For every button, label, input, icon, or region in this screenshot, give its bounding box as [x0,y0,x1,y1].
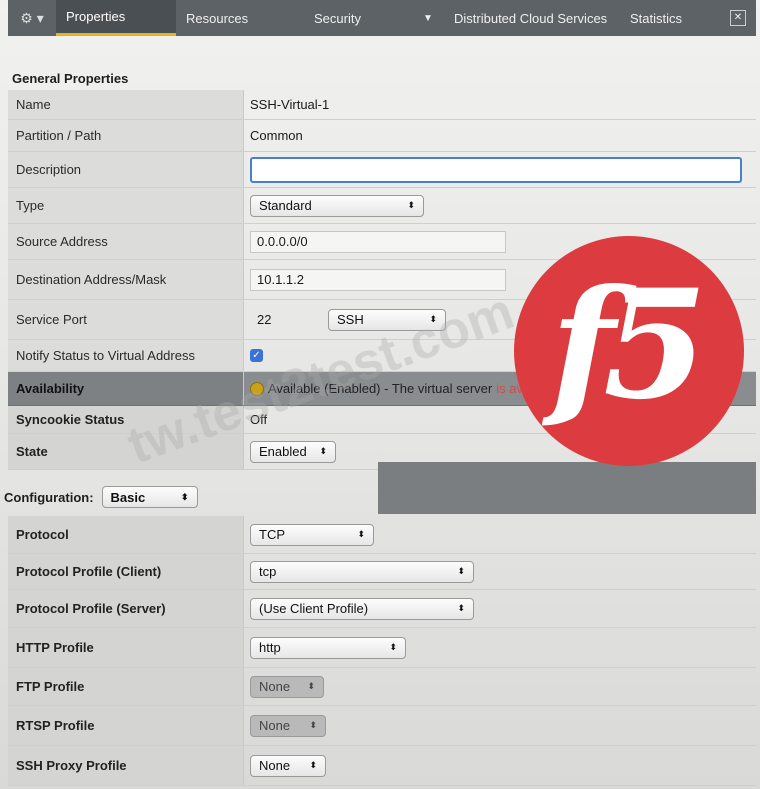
ssh-profile-value: None [259,758,291,773]
http-profile-select[interactable]: http ⬍ [250,636,406,659]
ftp-profile-select[interactable]: None ⬍ [250,675,324,698]
rtsp-profile-select[interactable]: None ⬍ [250,714,326,737]
select-arrows-icon: ⬍ [457,603,465,613]
select-arrows-icon: ⬍ [357,529,365,539]
configuration-label: Configuration: [4,489,94,505]
destination-input[interactable]: 10.1.1.2 [250,268,506,291]
client-profile-select[interactable]: tcp ⬍ [250,560,474,583]
state-select[interactable]: Enabled ⬍ [250,440,336,463]
f5-logo-text: f5 [550,257,708,433]
general-properties-heading: General Properties [12,71,129,86]
select-arrows-icon: ⬍ [319,446,327,456]
ftp-profile-label: FTP Profile [8,668,244,705]
type-row: Type Standard ⬍ [8,188,756,224]
server-profile-row: Protocol Profile (Server) (Use Client Pr… [8,590,756,628]
f5-logo: f5 [514,236,744,466]
notify-checkbox[interactable]: ✓ [250,349,263,362]
server-profile-value: (Use Client Profile) [259,601,369,616]
protocol-select[interactable]: TCP ⬍ [250,523,374,546]
configuration-mode-select[interactable]: Basic ⬍ [101,486,198,508]
destination-label: Destination Address/Mask [8,260,244,299]
description-row: Description [8,152,756,188]
ssh-profile-select[interactable]: None ⬍ [250,754,326,777]
server-profile-label: Protocol Profile (Server) [8,590,244,627]
state-select-value: Enabled [259,444,307,459]
ftp-profile-value: None [259,679,291,694]
select-arrows-icon: ⬍ [457,566,465,576]
service-port-label: Service Port [8,300,244,339]
name-label: Name [8,90,244,119]
tab-label: Resources [186,10,249,26]
ssh-profile-row: SSH Proxy Profile None ⬍ [8,746,756,786]
tab-bar: ⚙ ▾ Properties Resources Security ▼ Dist… [8,0,756,36]
select-arrows-icon: ⬍ [181,491,189,502]
tab-statistics[interactable]: Statistics [620,0,710,36]
ssh-profile-label: SSH Proxy Profile [8,746,244,785]
partition-row: Partition / Path Common [8,120,756,152]
select-arrows-icon: ⬍ [307,681,315,691]
chevron-down-icon[interactable]: ▼ [423,13,433,24]
partition-label: Partition / Path [8,120,244,151]
source-input[interactable]: 0.0.0.0/0 [250,230,506,253]
notify-label: Notify Status to Virtual Address [8,340,244,371]
type-select-value: Standard [259,198,312,213]
select-arrows-icon: ⬍ [407,200,415,210]
tab-label: Distributed Cloud Services [454,10,608,26]
select-arrows-icon: ⬍ [309,720,317,730]
http-profile-value: http [259,640,281,655]
partition-value: Common [250,128,303,143]
protocol-select-value: TCP [259,527,285,542]
rtsp-profile-value: None [259,718,291,733]
type-label: Type [8,188,244,223]
tab-label: Security [314,10,361,26]
description-label: Description [8,152,244,187]
tab-label: Properties [66,9,126,24]
tab-distributed-cloud-services[interactable]: Distributed Cloud Services [444,0,620,36]
source-label: Source Address [8,224,244,259]
close-icon[interactable]: ✕ [730,10,746,26]
protocol-label: Protocol [8,516,244,553]
type-select[interactable]: Standard ⬍ [250,194,424,217]
tab-label: Statistics [630,10,683,26]
client-profile-label: Protocol Profile (Client) [8,554,244,589]
configuration-heading: Configuration: Basic ⬍ [4,486,198,508]
select-arrows-icon: ⬍ [389,642,397,652]
gear-icon[interactable]: ⚙ ▾ [8,10,56,27]
service-port-input[interactable]: 22 [250,309,322,331]
tab-properties[interactable]: Properties [56,0,176,36]
name-row: Name SSH-Virtual-1 [8,90,756,120]
client-profile-row: Protocol Profile (Client) tcp ⬍ [8,554,756,590]
http-profile-label: HTTP Profile [8,628,244,667]
screenshot-frame: ⚙ ▾ Properties Resources Security ▼ Dist… [0,0,760,789]
rtsp-profile-row: RTSP Profile None ⬍ [8,706,756,746]
description-input[interactable] [250,156,742,183]
protocol-row: Protocol TCP ⬍ [8,516,756,554]
service-port-select-value: SSH [337,312,364,327]
tab-resources[interactable]: Resources [176,0,304,36]
name-value: SSH-Virtual-1 [250,97,330,112]
server-profile-select[interactable]: (Use Client Profile) ⬍ [250,597,474,620]
tab-security[interactable]: Security ▼ [304,0,444,36]
http-profile-row: HTTP Profile http ⬍ [8,628,756,668]
rtsp-profile-label: RTSP Profile [8,706,244,745]
ftp-profile-row: FTP Profile None ⬍ [8,668,756,706]
select-arrows-icon: ⬍ [309,760,317,770]
configuration-mode-value: Basic [110,489,146,505]
client-profile-value: tcp [259,564,277,579]
dark-band [378,462,756,514]
